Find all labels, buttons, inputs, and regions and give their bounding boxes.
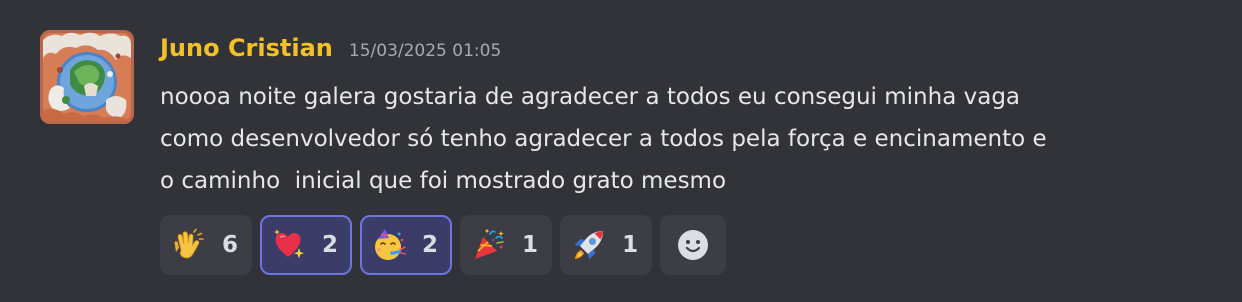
message-line: como desenvolvedor só tenho agradecer a … — [160, 126, 1047, 152]
party-popper-icon — [475, 229, 505, 259]
reaction-partying-face[interactable]: 2 — [360, 215, 453, 275]
illustrated-landscape-avatar-icon — [40, 30, 134, 124]
smiley-add-reaction-icon — [678, 230, 709, 260]
reaction-count: 2 — [422, 232, 439, 258]
message-line: noooa noite galera gostaria de agradecer… — [160, 84, 1021, 110]
date-divider-fragment: ━━━━━━━━━━━━━━━ — [538, 0, 748, 6]
add-reaction-button[interactable] — [660, 215, 727, 275]
reaction-count: 1 — [622, 232, 639, 258]
reaction-count: 6 — [222, 232, 239, 258]
rocket-icon — [574, 231, 604, 260]
message-line: o caminho inicial que foi mostrado grato… — [160, 168, 727, 194]
reactions-bar: 6 2 2 1 1 — [160, 215, 727, 275]
reaction-clapping-hands[interactable]: 6 — [160, 215, 253, 275]
chat-message-area: ━━━━━━━━━━━━━━━ Juno — [0, 0, 1242, 302]
chat-message: Juno Cristian 15/03/2025 01:05 noooa noi… — [0, 24, 1242, 284]
clapping-hands-icon — [174, 228, 204, 259]
message-content: noooa noite galera gostaria de agradecer… — [160, 76, 1220, 202]
reaction-party-popper[interactable]: 1 — [460, 215, 553, 275]
user-avatar[interactable] — [40, 30, 134, 124]
username[interactable]: Juno Cristian — [160, 34, 333, 62]
partying-face-icon — [375, 229, 407, 260]
reaction-rocket[interactable]: 1 — [560, 215, 653, 275]
sparkling-heart-icon — [274, 229, 305, 259]
reaction-count: 2 — [322, 232, 339, 258]
message-timestamp[interactable]: 15/03/2025 01:05 — [349, 41, 501, 61]
reaction-sparkling-heart[interactable]: 2 — [260, 215, 353, 275]
reaction-count: 1 — [522, 232, 539, 258]
message-header: Juno Cristian 15/03/2025 01:05 — [160, 34, 501, 74]
